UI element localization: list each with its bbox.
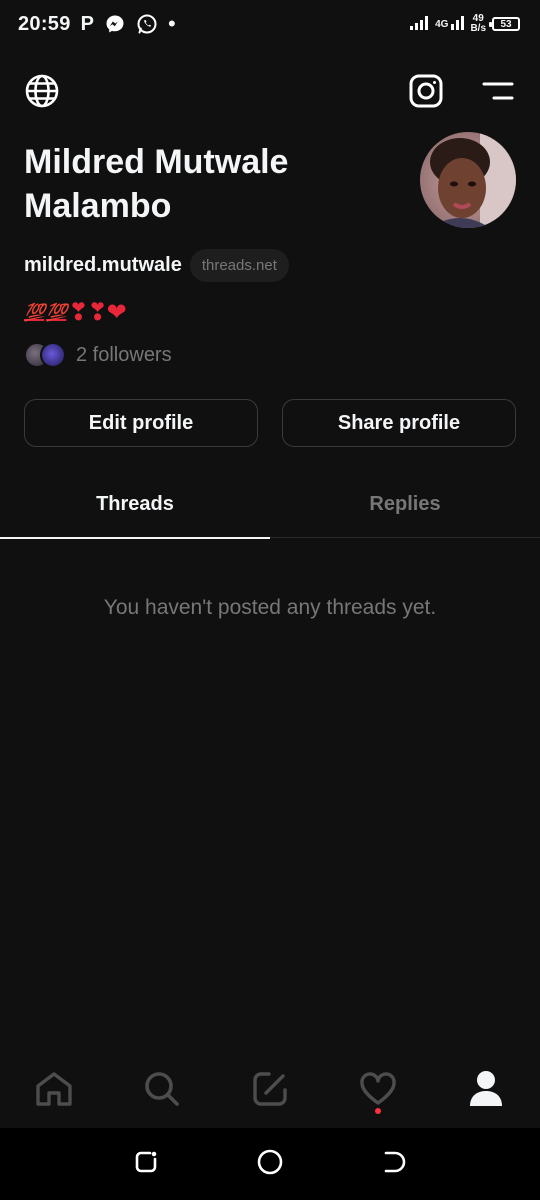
instagram-icon[interactable]	[401, 66, 451, 116]
top-header	[0, 66, 540, 116]
nav-home[interactable]	[0, 1056, 108, 1126]
p-app-icon: P	[80, 12, 94, 35]
edit-profile-button[interactable]: Edit profile	[24, 399, 258, 447]
globe-icon[interactable]	[17, 66, 67, 116]
recent-apps-icon	[133, 1149, 159, 1180]
home-button[interactable]	[250, 1144, 290, 1184]
status-bar: 20:59 P • 4G 49 B/s 53	[0, 0, 540, 48]
compose-icon	[252, 1071, 288, 1112]
heart-icon	[359, 1071, 397, 1111]
tab-replies[interactable]: Replies	[270, 470, 540, 538]
back-icon	[381, 1149, 407, 1180]
nav-search[interactable]	[108, 1056, 216, 1126]
battery-level: 53	[500, 18, 512, 30]
messenger-icon	[104, 13, 126, 35]
hundred-emoji: 💯	[46, 302, 67, 322]
followers-count: 2 followers	[76, 343, 172, 366]
system-nav-bar	[0, 1128, 540, 1200]
status-time: 20:59	[18, 12, 71, 35]
nav-compose[interactable]	[216, 1056, 324, 1126]
profile-tabs: Threads Replies	[0, 470, 540, 539]
share-profile-button[interactable]: Share profile	[282, 399, 516, 447]
menu-icon[interactable]	[473, 66, 523, 116]
net-speed: 49 B/s	[470, 14, 486, 34]
signal-4g-icon	[450, 15, 465, 34]
home-circle-icon	[256, 1148, 284, 1181]
empty-state-message: You haven't posted any threads yet.	[103, 596, 437, 619]
battery-icon: 53	[489, 17, 520, 31]
handle-row: mildred.mutwale threads.net	[24, 246, 289, 284]
whatsapp-icon	[136, 13, 158, 35]
follower-avatar	[40, 342, 66, 368]
hundred-emoji: 💯	[24, 302, 45, 322]
search-icon	[143, 1070, 181, 1113]
nav-activity[interactable]	[324, 1056, 432, 1126]
threads-domain-badge[interactable]: threads.net	[189, 248, 289, 282]
activity-notification-dot	[375, 1108, 381, 1114]
status-right: 4G 49 B/s 53	[409, 14, 520, 34]
hearts-emoji: ❣❣❤	[68, 299, 126, 326]
network-type-label: 4G	[435, 18, 449, 30]
notification-dot-icon: •	[168, 11, 176, 36]
status-left: 20:59 P •	[18, 13, 176, 36]
avatar[interactable]	[420, 132, 516, 228]
tab-threads[interactable]: Threads	[0, 470, 270, 539]
home-icon	[35, 1071, 73, 1112]
recent-apps-button[interactable]	[126, 1144, 166, 1184]
profile-icon	[468, 1070, 504, 1113]
bottom-nav	[0, 1056, 540, 1126]
back-button[interactable]	[374, 1144, 414, 1184]
signal-icon	[409, 15, 429, 34]
followers-row[interactable]: 2 followers	[24, 340, 172, 370]
follower-avatars	[24, 342, 68, 368]
bio: 💯 💯 ❣❣❤	[24, 298, 127, 327]
profile-name: Mildred Mutwale Malambo	[24, 143, 289, 225]
nav-profile[interactable]	[432, 1056, 540, 1126]
username: mildred.mutwale	[24, 253, 182, 276]
net-speed-unit: B/s	[470, 23, 486, 34]
